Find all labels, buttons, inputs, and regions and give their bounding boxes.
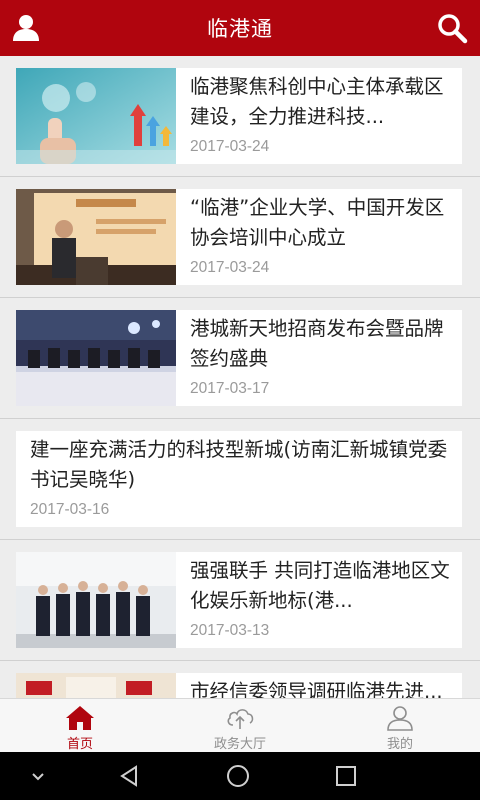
news-title: 建一座充满活力的科技型新城(访南汇新城镇党委书记吴晓华) <box>30 438 448 491</box>
cloud-upload-icon <box>225 705 255 731</box>
user-icon[interactable] <box>10 12 42 44</box>
news-item[interactable]: 强强联手 共同打造临港地区文化娱乐新地标(港... 2017-03-13 <box>0 540 480 661</box>
news-feed[interactable]: 临港聚焦科创中心主体承载区建设，全力推进科技... 2017-03-24 “临港… <box>0 56 480 698</box>
back-icon[interactable] <box>118 764 142 788</box>
news-thumbnail <box>16 310 176 406</box>
tab-label: 政务大厅 <box>213 737 266 752</box>
news-date: 2017-03-24 <box>190 138 270 155</box>
news-thumbnail <box>16 673 176 698</box>
recents-icon[interactable] <box>334 764 358 788</box>
news-item[interactable]: “临港”企业大学、中国开发区协会培训中心成立 2017-03-24 <box>0 177 480 298</box>
news-date: 2017-03-24 <box>190 259 270 276</box>
news-title: 临港聚焦科创中心主体承载区建设，全力推进科技... <box>190 75 444 128</box>
news-item[interactable]: 建一座充满活力的科技型新城(访南汇新城镇党委书记吴晓华) 2017-03-16 <box>0 419 480 540</box>
person-icon <box>385 705 415 731</box>
news-item[interactable]: 港城新天地招商发布会暨品牌签约盛典 2017-03-17 <box>0 298 480 419</box>
search-icon[interactable] <box>436 12 468 44</box>
tab-label: 首页 <box>66 737 93 752</box>
news-date: 2017-03-13 <box>190 622 270 639</box>
news-item[interactable]: 市经信委领导调研临港先进... <box>0 661 480 698</box>
system-nav-bar <box>0 752 480 800</box>
tab-label: 我的 <box>386 737 413 752</box>
news-item[interactable]: 临港聚焦科创中心主体承载区建设，全力推进科技... 2017-03-24 <box>0 56 480 177</box>
news-date: 2017-03-17 <box>190 380 270 397</box>
page-title: 临港通 <box>207 17 273 41</box>
news-title: 强强联手 共同打造临港地区文化娱乐新地标(港... <box>190 559 450 612</box>
bottom-tab-bar: 首页 政务大厅 我的 <box>0 698 480 752</box>
tab-government-hall[interactable]: 政务大厅 <box>160 699 320 752</box>
news-thumbnail <box>16 189 176 285</box>
news-title: 市经信委领导调研临港先进... <box>190 680 443 698</box>
tab-home[interactable]: 首页 <box>0 699 160 752</box>
news-title: 港城新天地招商发布会暨品牌签约盛典 <box>190 317 444 370</box>
tab-mine[interactable]: 我的 <box>320 699 480 752</box>
news-date: 2017-03-16 <box>30 501 110 518</box>
home-circle-icon[interactable] <box>226 764 250 788</box>
app-header: 临港通 <box>0 0 480 56</box>
news-thumbnail <box>16 552 176 648</box>
news-thumbnail <box>16 68 176 164</box>
down-chevron-icon[interactable] <box>26 764 50 788</box>
home-icon <box>65 705 95 731</box>
news-title: “临港”企业大学、中国开发区协会培训中心成立 <box>190 196 445 249</box>
